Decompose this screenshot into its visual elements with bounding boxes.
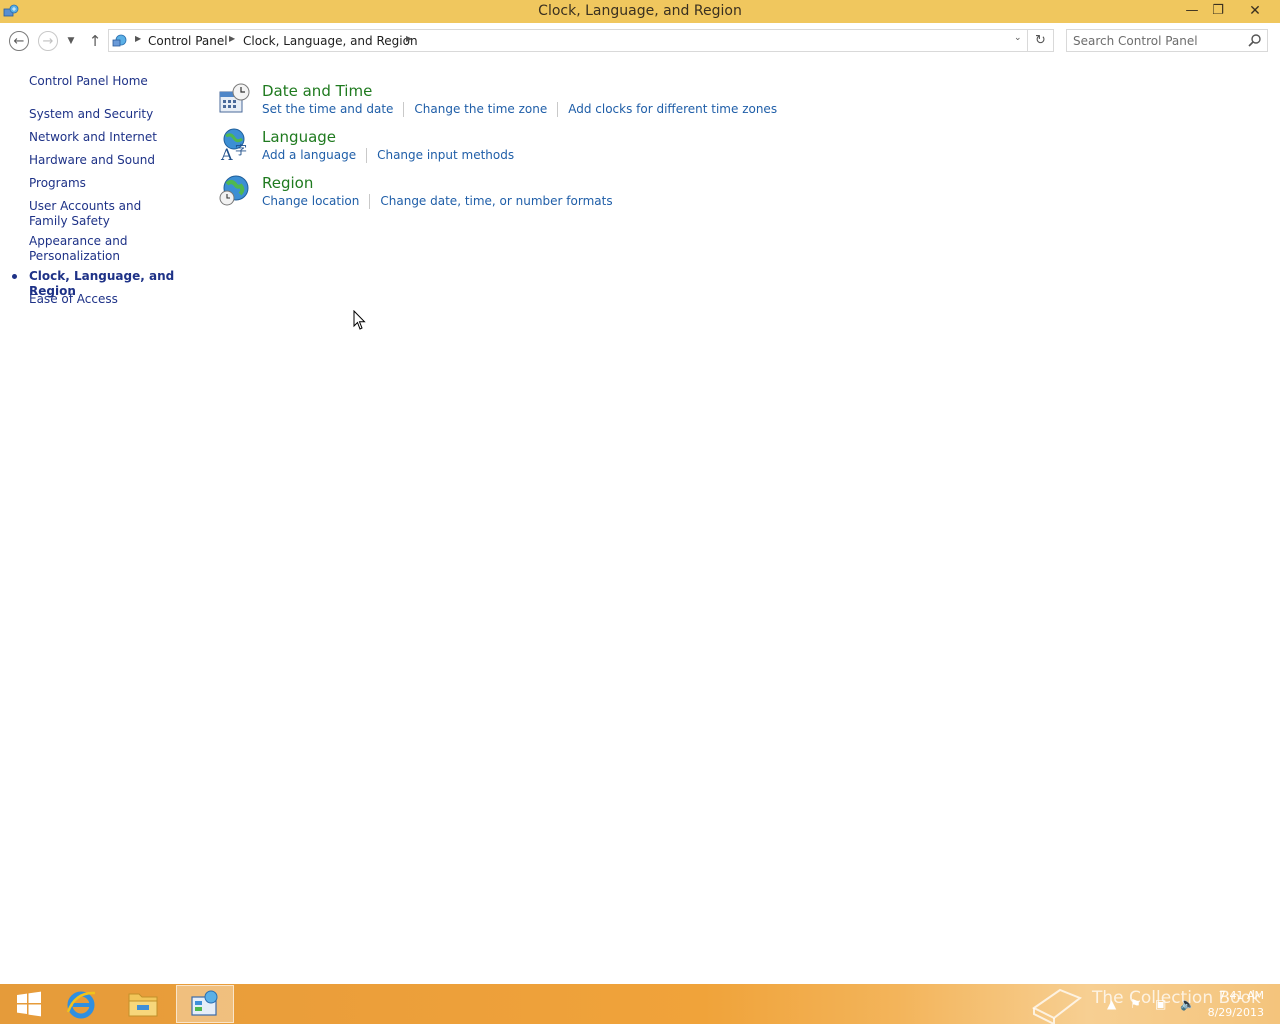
breadcrumb-separator-icon[interactable]: ▶ bbox=[135, 34, 141, 43]
file-explorer-taskbar-button[interactable] bbox=[114, 985, 172, 1023]
region-title[interactable]: Region bbox=[262, 174, 313, 192]
change-time-zone-link[interactable]: Change the time zone bbox=[414, 102, 547, 117]
windows-logo-icon bbox=[17, 991, 41, 1017]
action-center-flag-icon[interactable]: ⚑ bbox=[1130, 997, 1141, 1011]
internet-explorer-icon bbox=[66, 991, 96, 1019]
search-input[interactable] bbox=[1073, 32, 1243, 49]
language-title[interactable]: Language bbox=[262, 128, 336, 146]
breadcrumb-control-panel[interactable]: Control Panel bbox=[148, 34, 228, 48]
svg-text:字: 字 bbox=[235, 142, 247, 157]
search-icon[interactable] bbox=[1247, 33, 1263, 49]
link-divider bbox=[366, 148, 368, 163]
change-location-link[interactable]: Change location bbox=[262, 194, 359, 209]
sidebar-item-programs[interactable]: Programs bbox=[29, 176, 194, 191]
region-icon[interactable] bbox=[217, 174, 251, 208]
internet-explorer-taskbar-button[interactable] bbox=[52, 985, 110, 1023]
language-icon[interactable]: A 字 bbox=[217, 128, 251, 162]
set-time-and-date-link[interactable]: Set the time and date bbox=[262, 102, 393, 117]
change-formats-link[interactable]: Change date, time, or number formats bbox=[380, 194, 612, 209]
control-panel-icon bbox=[191, 990, 218, 1016]
back-button[interactable]: ← bbox=[9, 31, 29, 51]
minimize-button[interactable]: — bbox=[1179, 0, 1205, 21]
network-icon[interactable]: ▣ bbox=[1155, 997, 1166, 1011]
sidebar-item-network-and-internet[interactable]: Network and Internet bbox=[29, 130, 194, 145]
book-watermark-icon bbox=[1032, 988, 1083, 1024]
folder-icon bbox=[128, 993, 158, 1017]
show-hidden-icons-icon[interactable]: ▲ bbox=[1107, 997, 1116, 1011]
mouse-cursor-icon bbox=[353, 310, 366, 330]
maximize-button[interactable]: ❐ bbox=[1205, 0, 1231, 21]
clock-time[interactable]: 7:41 AM bbox=[1212, 989, 1264, 1002]
title-bar: Clock, Language, and Region — ❐ ✕ bbox=[0, 0, 1280, 23]
address-bar[interactable]: ▶ Control Panel ▶ Clock, Language, and R… bbox=[108, 29, 1028, 52]
clock-date[interactable]: 8/29/2013 bbox=[1200, 1006, 1264, 1019]
breadcrumb-separator-icon[interactable]: ▶ bbox=[406, 34, 412, 43]
window-title: Clock, Language, and Region bbox=[538, 3, 742, 19]
sidebar-item-control-panel-home[interactable]: Control Panel Home bbox=[29, 74, 194, 89]
breadcrumb-separator-icon[interactable]: ▶ bbox=[229, 34, 235, 43]
navigation-bar: ← → ▼ ↑ ▶ Control Panel ▶ Clock, Languag… bbox=[0, 23, 1280, 59]
address-dropdown-icon[interactable]: ⌄ bbox=[1014, 33, 1022, 43]
date-time-icon[interactable] bbox=[217, 82, 251, 116]
add-a-language-link[interactable]: Add a language bbox=[262, 148, 356, 163]
sidebar-item-user-accounts[interactable]: User Accounts and Family Safety bbox=[29, 199, 179, 229]
recent-locations-button[interactable]: ▼ bbox=[62, 31, 80, 51]
refresh-button[interactable]: ↻ bbox=[1028, 29, 1054, 52]
sidebar-item-system-and-security[interactable]: System and Security bbox=[29, 107, 194, 122]
control-panel-taskbar-button[interactable] bbox=[176, 985, 234, 1023]
svg-text:A: A bbox=[220, 145, 233, 162]
link-divider bbox=[369, 194, 371, 209]
language-links: Add a language Change input methods bbox=[262, 148, 514, 163]
breadcrumb-clock-language-region[interactable]: Clock, Language, and Region bbox=[243, 34, 418, 48]
region-links: Change location Change date, time, or nu… bbox=[262, 194, 613, 209]
sidebar-item-ease-of-access[interactable]: Ease of Access bbox=[29, 292, 194, 307]
link-divider bbox=[557, 102, 559, 117]
current-category-bullet-icon bbox=[12, 274, 17, 279]
add-clocks-link[interactable]: Add clocks for different time zones bbox=[568, 102, 777, 117]
date-and-time-title[interactable]: Date and Time bbox=[262, 82, 372, 100]
search-box[interactable] bbox=[1066, 29, 1268, 52]
date-and-time-links: Set the time and date Change the time zo… bbox=[262, 102, 777, 117]
close-button[interactable]: ✕ bbox=[1236, 0, 1274, 21]
volume-icon[interactable]: 🔈 bbox=[1180, 997, 1195, 1011]
link-divider bbox=[403, 102, 405, 117]
forward-button[interactable]: → bbox=[38, 31, 58, 51]
taskbar: The Collection Book ▲ ⚑ ▣ 🔈 7:41 AM 8/29… bbox=[0, 984, 1280, 1024]
sidebar-item-appearance[interactable]: Appearance and Personalization bbox=[29, 234, 139, 264]
up-button[interactable]: ↑ bbox=[85, 31, 105, 51]
sidebar-item-hardware-and-sound[interactable]: Hardware and Sound bbox=[29, 153, 194, 168]
start-button[interactable] bbox=[0, 985, 58, 1023]
change-input-methods-link[interactable]: Change input methods bbox=[377, 148, 514, 163]
control-panel-location-icon bbox=[112, 34, 127, 47]
